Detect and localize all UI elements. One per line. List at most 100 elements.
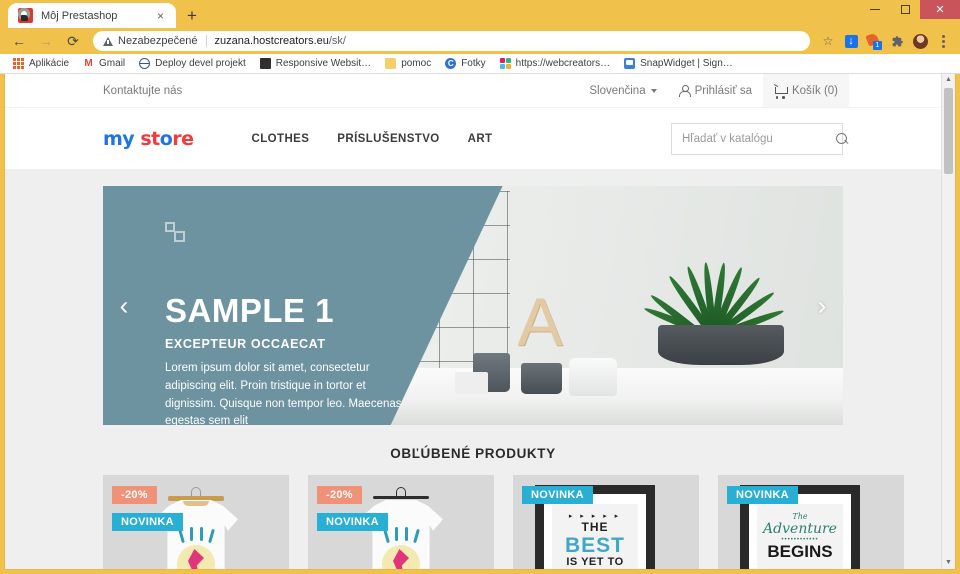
bookmark-star-icon[interactable]: ☆ — [817, 30, 839, 52]
logo-my: my — [103, 127, 135, 150]
close-window-button[interactable]: ✕ — [920, 0, 960, 19]
product-card[interactable]: -20% NOVINKA — [103, 475, 289, 569]
tab-strip: Môj Prestashop × + ✕ — [0, 0, 960, 28]
new-badge: NOVINKA — [727, 486, 798, 504]
search-icon[interactable] — [836, 132, 848, 145]
forward-icon[interactable]: → — [33, 30, 59, 52]
new-badge: NOVINKA — [522, 486, 593, 504]
poster-line2: BEGINS — [767, 542, 833, 561]
discount-badge: -20% — [317, 486, 362, 504]
language-selector[interactable]: Slovenčina — [578, 74, 667, 107]
logo-t: t — [151, 127, 160, 150]
extension-badge-icon[interactable]: 1 — [863, 30, 885, 52]
profile-avatar-icon[interactable] — [909, 30, 931, 52]
page-viewport: Kontaktujte nás Slovenčina Prihlásiť sa … — [4, 74, 956, 570]
extensions-puzzle-icon[interactable] — [886, 30, 908, 52]
security-label: Nezabezpečené — [118, 35, 198, 47]
new-badge: NOVINKA — [317, 513, 388, 531]
close-icon[interactable]: × — [153, 8, 168, 23]
gmail-icon: M — [84, 58, 93, 69]
poster-dots: ▸ ▸ ▸ ▸ ▸ — [568, 513, 622, 520]
poster-line1: Adventure — [763, 521, 837, 537]
carousel-prev-button[interactable]: ‹ — [112, 290, 136, 321]
search-box[interactable] — [671, 122, 847, 155]
discount-badge: -20% — [112, 486, 157, 504]
bookmark-label: Gmail — [99, 58, 126, 69]
letter-a-decor: A — [517, 283, 563, 360]
bookmark-webcreators[interactable]: https://webcreators… — [493, 55, 617, 73]
bookmark-label: Fotky — [461, 58, 486, 69]
bookmark-pomoc[interactable]: pomoc — [378, 55, 438, 73]
bookmark-fotky[interactable]: C Fotky — [438, 55, 492, 73]
slack-icon — [499, 58, 511, 69]
site-logo[interactable]: my store — [103, 128, 194, 150]
language-label: Slovenčina — [589, 84, 646, 97]
cart-button[interactable]: Košík (0) — [762, 74, 849, 107]
snapwidget-icon — [624, 58, 636, 69]
sign-in-link[interactable]: Prihlásiť sa — [668, 74, 763, 107]
maximize-button[interactable] — [890, 0, 920, 19]
products-heading: OBĽÚBENÉ PRODUKTY — [390, 446, 556, 461]
browser-window: Môj Prestashop × + ✕ ← → ⟳ Nezabezpečené… — [0, 0, 960, 574]
bookmark-snapwidget[interactable]: SnapWidget | Sign… — [617, 55, 740, 73]
search-input[interactable] — [682, 132, 836, 145]
sign-in-label: Prihlásiť sa — [694, 84, 752, 97]
browser-toolbar: ← → ⟳ Nezabezpečené zuzana.hostcreators.… — [0, 28, 960, 54]
poster-line0: The — [792, 512, 808, 521]
squares-decor-icon — [165, 222, 187, 244]
new-tab-button[interactable]: + — [178, 3, 206, 28]
product-card[interactable]: The Adventure •••••••••••• BEGINS NOVINK… — [718, 475, 904, 569]
nav-item-clothes[interactable]: CLOTHES — [252, 133, 310, 145]
carousel-text: Lorem ipsum dolor sit amet, consectetur … — [165, 362, 402, 425]
products-row: -20% NOVINKA -20% NOVINKA ▸ ▸ ▸ ▸ ▸ THE … — [5, 475, 941, 569]
divider — [205, 35, 207, 47]
circle-c-icon: C — [445, 58, 457, 69]
website-content: Kontaktujte nás Slovenčina Prihlásiť sa … — [5, 74, 941, 569]
scrollbar-thumb[interactable] — [944, 88, 953, 174]
poster-line2: BEST — [564, 534, 625, 557]
contact-us-link[interactable]: Kontaktujte nás — [103, 85, 182, 97]
page-scrollbar[interactable]: ▲ ▼ — [941, 74, 955, 569]
site-top-right: Slovenčina Prihlásiť sa Košík (0) — [578, 74, 941, 107]
carousel-next-button[interactable]: › — [810, 290, 834, 321]
poster-line3: IS YET TO — [566, 556, 624, 568]
reload-icon[interactable]: ⟳ — [60, 30, 86, 52]
carousel: A SAMPLE 1 EXCEPTEUR OCCAECAT Lorem ipsu… — [103, 186, 843, 425]
downloads-icon[interactable] — [840, 30, 862, 52]
cart-label: Košík (0) — [791, 84, 838, 97]
bookmark-label: https://webcreators… — [515, 58, 611, 69]
badge-count: 1 — [873, 41, 882, 50]
bookmark-gmail[interactable]: M Gmail — [76, 55, 132, 73]
bookmark-label: Deploy devel projekt — [155, 58, 246, 69]
url-text: zuzana.hostcreators.eu/sk/ — [215, 35, 346, 47]
site-top-bar: Kontaktujte nás Slovenčina Prihlásiť sa … — [5, 74, 941, 108]
bookmark-responsive[interactable]: Responsive Websit… — [253, 55, 378, 73]
main-navigation: CLOTHES PRÍSLUŠENSTVO ART — [252, 133, 493, 145]
tab-title: Môj Prestashop — [41, 9, 118, 22]
product-card[interactable]: ▸ ▸ ▸ ▸ ▸ THE BEST IS YET TO NOVINKA — [513, 475, 699, 569]
bookmark-apps[interactable]: Aplikácie — [6, 55, 76, 73]
product-card[interactable]: -20% NOVINKA — [308, 475, 494, 569]
nav-item-prislusenstvo[interactable]: PRÍSLUŠENSTVO — [337, 133, 439, 145]
logo-s: s — [140, 127, 152, 150]
scroll-up-icon[interactable]: ▲ — [945, 74, 952, 86]
minimize-button[interactable] — [860, 0, 890, 19]
window-controls: ✕ — [860, 0, 960, 19]
new-badge: NOVINKA — [112, 513, 183, 531]
address-bar[interactable]: Nezabezpečené zuzana.hostcreators.eu/sk/ — [93, 31, 810, 51]
url-path: /sk/ — [328, 35, 346, 47]
bookmark-label: Aplikácie — [29, 58, 70, 69]
scroll-down-icon[interactable]: ▼ — [945, 557, 952, 569]
chrome-menu-icon[interactable] — [932, 30, 954, 52]
prestashop-favicon-icon — [18, 8, 33, 23]
browser-tab[interactable]: Môj Prestashop × — [8, 3, 176, 28]
bookmark-deploy[interactable]: Deploy devel projekt — [132, 55, 253, 73]
bookmark-label: pomoc — [401, 58, 432, 69]
person-icon — [679, 84, 692, 97]
apps-grid-icon — [13, 58, 24, 69]
bookmark-label: Responsive Websit… — [275, 58, 372, 69]
carousel-section: A SAMPLE 1 EXCEPTEUR OCCAECAT Lorem ipsu… — [5, 170, 941, 425]
back-icon[interactable]: ← — [6, 30, 32, 52]
scrollbar-track[interactable] — [942, 86, 955, 557]
nav-item-art[interactable]: ART — [468, 133, 493, 145]
